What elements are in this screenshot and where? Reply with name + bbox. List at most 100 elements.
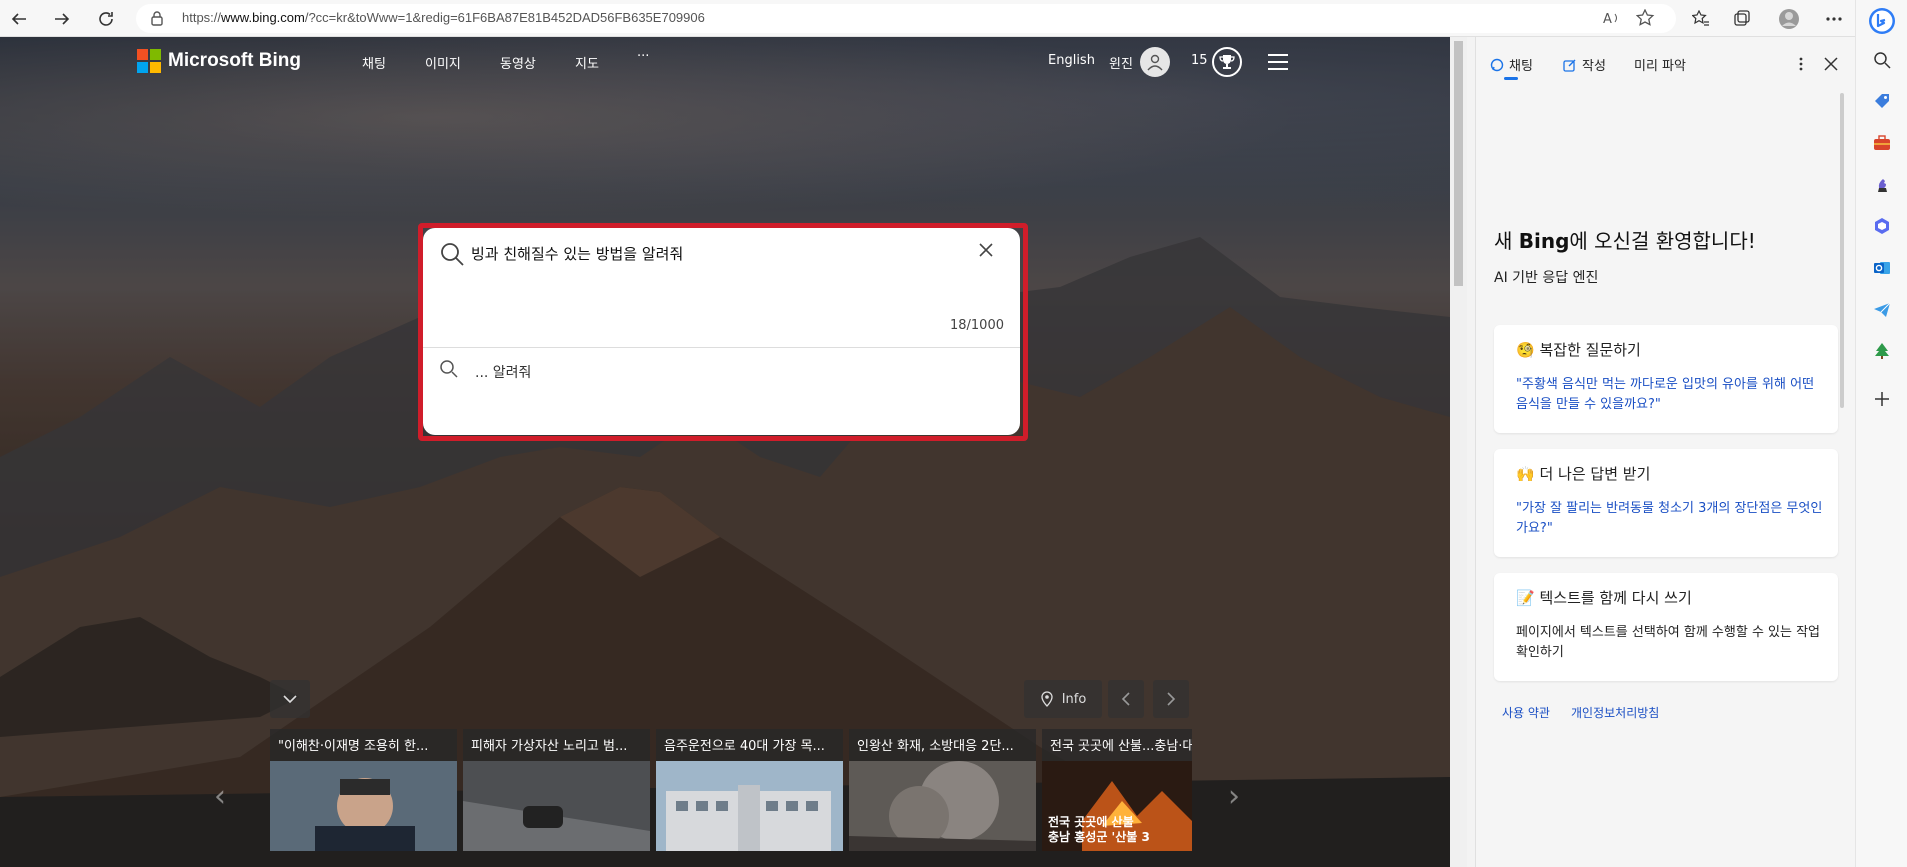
refresh-button[interactable] (93, 6, 119, 32)
rail-tools-button[interactable] (1870, 131, 1894, 155)
rail-tree-button[interactable] (1870, 339, 1894, 363)
tree-icon (1875, 343, 1889, 359)
suggestion-card-rewrite[interactable]: 📝 텍스트를 함께 다시 쓰기 페이지에서 텍스트를 선택하여 함께 수행할 수… (1494, 573, 1838, 681)
suggestion-card-better[interactable]: 🙌 더 나은 답변 받기 "가장 잘 팔리는 반려동물 청소기 3개의 장단점은… (1494, 449, 1838, 557)
search-suggestion[interactable]: ... 알려줘 (475, 362, 531, 382)
sidebar-close-icon[interactable] (1824, 57, 1838, 71)
card-description: 페이지에서 텍스트를 선택하여 함께 수행할 수 있는 작업 확인하기 (1516, 625, 1821, 660)
news-card[interactable]: 인왕산 화재, 소방대응 2단... (849, 729, 1036, 851)
url-text[interactable]: https://www.bing.com/?cc=kr&toWww=1&redi… (182, 10, 705, 25)
office-icon (1875, 218, 1889, 234)
rewards-points[interactable]: 15 (1191, 53, 1208, 68)
news-card[interactable]: "이해찬·이재명 조용히 한... (270, 729, 457, 851)
toolbox-icon (1874, 135, 1890, 150)
clear-search-icon[interactable] (978, 242, 994, 258)
next-image-button[interactable] (1153, 680, 1189, 718)
back-button[interactable] (6, 6, 32, 32)
paper-plane-icon (1874, 302, 1891, 317)
card-title: 📝 텍스트를 함께 다시 쓰기 (1516, 587, 1692, 608)
nav-chat[interactable]: 채팅 (362, 53, 386, 72)
scrollbar-thumb[interactable] (1454, 41, 1463, 286)
sidebar-more-icon[interactable] (1799, 57, 1803, 71)
trophy-icon (1219, 55, 1235, 69)
favorite-star-icon[interactable] (1636, 9, 1656, 27)
terms-link[interactable]: 사용 약관 (1502, 704, 1550, 721)
collections-icon (1734, 10, 1750, 26)
tab-insights[interactable]: 미리 파악 (1634, 55, 1686, 74)
bing-chat-sidebar: 채팅 작성 미리 파악 새 Bing에 오신걸 환영합니다! AI 기반 응답 … (1475, 37, 1855, 867)
plus-icon (1875, 392, 1889, 406)
news-card-image (270, 761, 457, 851)
outlook-icon (1874, 262, 1890, 274)
news-card[interactable]: 피해자 가상자산 노리고 범... (463, 729, 650, 851)
collections-button[interactable] (1729, 6, 1755, 32)
rail-telegram-button[interactable] (1870, 298, 1894, 322)
microsoft-logo-icon (137, 49, 161, 73)
news-card-overlay-text: 전국 곳곳에 산불 충남 홍성군 '산불 3 (1048, 815, 1150, 844)
suggestion-search-icon (440, 360, 458, 378)
prev-image-button[interactable] (1108, 680, 1144, 718)
card-title: 🙌 더 나은 답변 받기 (1516, 463, 1650, 484)
nav-more[interactable]: ··· (637, 49, 649, 64)
collapse-news-button[interactable] (270, 680, 310, 718)
news-card[interactable]: 전국 곳곳에 산불...충남·대 전국 곳곳에 산불 충남 홍성군 '산불 3 (1042, 729, 1192, 851)
forward-arrow-icon (55, 13, 70, 25)
suggestion-card-complex[interactable]: 🧐 복잡한 질문하기 "주황색 음식만 먹는 까다로운 입맛의 유아를 위해 어… (1494, 325, 1838, 433)
news-card[interactable]: 음주운전으로 40대 가장 목... (656, 729, 843, 851)
back-arrow-icon (11, 13, 26, 25)
address-bar[interactable]: https://www.bing.com/?cc=kr&toWww=1&redi… (136, 4, 1676, 33)
news-prev-arrow[interactable]: ‹ (214, 779, 226, 814)
tab-chat[interactable]: 채팅 (1490, 55, 1533, 80)
image-info-button[interactable]: Info (1024, 680, 1102, 718)
search-box[interactable]: 빙과 친해질수 있는 방법을 알려줘 18/1000 ... 알려줘 (423, 228, 1020, 435)
language-link[interactable]: English (1048, 53, 1095, 68)
more-dots-icon (1826, 17, 1842, 21)
bing-header: Microsoft Bing 채팅 이미지 동영상 지도 ··· English… (0, 37, 1450, 87)
thinking-face-icon: 🧐 (1516, 341, 1535, 359)
lock-icon[interactable] (150, 10, 164, 26)
url-prefix: https:// (182, 10, 222, 25)
search-input[interactable]: 빙과 친해질수 있는 방법을 알려줘 (471, 243, 683, 264)
hamburger-menu-button[interactable] (1268, 54, 1288, 75)
user-avatar[interactable] (1140, 47, 1170, 77)
nav-maps[interactable]: 지도 (575, 53, 599, 72)
chat-bubble-icon (1490, 58, 1504, 71)
rewards-button[interactable] (1212, 47, 1242, 77)
profile-button[interactable] (1776, 6, 1802, 32)
rail-office-button[interactable] (1870, 214, 1894, 238)
rail-add-button[interactable] (1870, 387, 1894, 411)
read-aloud-icon[interactable]: A (1602, 9, 1622, 27)
chevron-down-icon (283, 695, 297, 704)
rail-outlook-button[interactable] (1870, 256, 1894, 280)
user-name[interactable]: 윈진 (1109, 53, 1133, 72)
settings-more-button[interactable] (1821, 6, 1847, 32)
privacy-link[interactable]: 개인정보처리방침 (1571, 704, 1659, 721)
forward-button[interactable] (49, 6, 75, 32)
tab-compose[interactable]: 작성 (1563, 55, 1606, 74)
microsoft-bing-logo[interactable]: Microsoft Bing (137, 49, 301, 73)
welcome-subtitle: AI 기반 응답 엔진 (1494, 270, 1599, 286)
rail-search-button[interactable] (1870, 48, 1894, 72)
news-next-arrow[interactable]: › (1228, 779, 1240, 814)
rail-shopping-button[interactable] (1870, 89, 1894, 113)
svg-text:A: A (1603, 12, 1612, 27)
rail-games-button[interactable] (1870, 173, 1894, 197)
nav-videos[interactable]: 동영상 (500, 53, 536, 72)
bing-chat-button[interactable] (1868, 7, 1896, 35)
bing-b-icon (1869, 8, 1895, 34)
card-example: "가장 잘 팔리는 반려동물 청소기 3개의 장단점은 무엇인가요?" (1516, 501, 1823, 536)
card-title-text: 복잡한 질문하기 (1539, 341, 1641, 359)
welcome-pre: 새 (1494, 229, 1519, 253)
favorites-button[interactable] (1688, 6, 1714, 32)
chevron-left-icon (1121, 692, 1130, 706)
nav-images[interactable]: 이미지 (425, 53, 461, 72)
compose-pencil-icon (1563, 59, 1576, 72)
sidebar-tabs: 채팅 작성 미리 파악 (1476, 37, 1856, 81)
char-count: 18/1000 (949, 318, 1004, 333)
tab-insights-label: 미리 파악 (1634, 59, 1686, 74)
url-rest: /?cc=kr&toWww=1&redig=61F6BA87E81B452DAD… (304, 10, 705, 25)
news-card-title: 피해자 가상자산 노리고 범... (471, 739, 628, 754)
page-scrollbar[interactable] (1450, 37, 1467, 867)
sidebar-scrollbar[interactable] (1840, 93, 1844, 408)
news-card-title: 전국 곳곳에 산불...충남·대 (1050, 739, 1192, 754)
